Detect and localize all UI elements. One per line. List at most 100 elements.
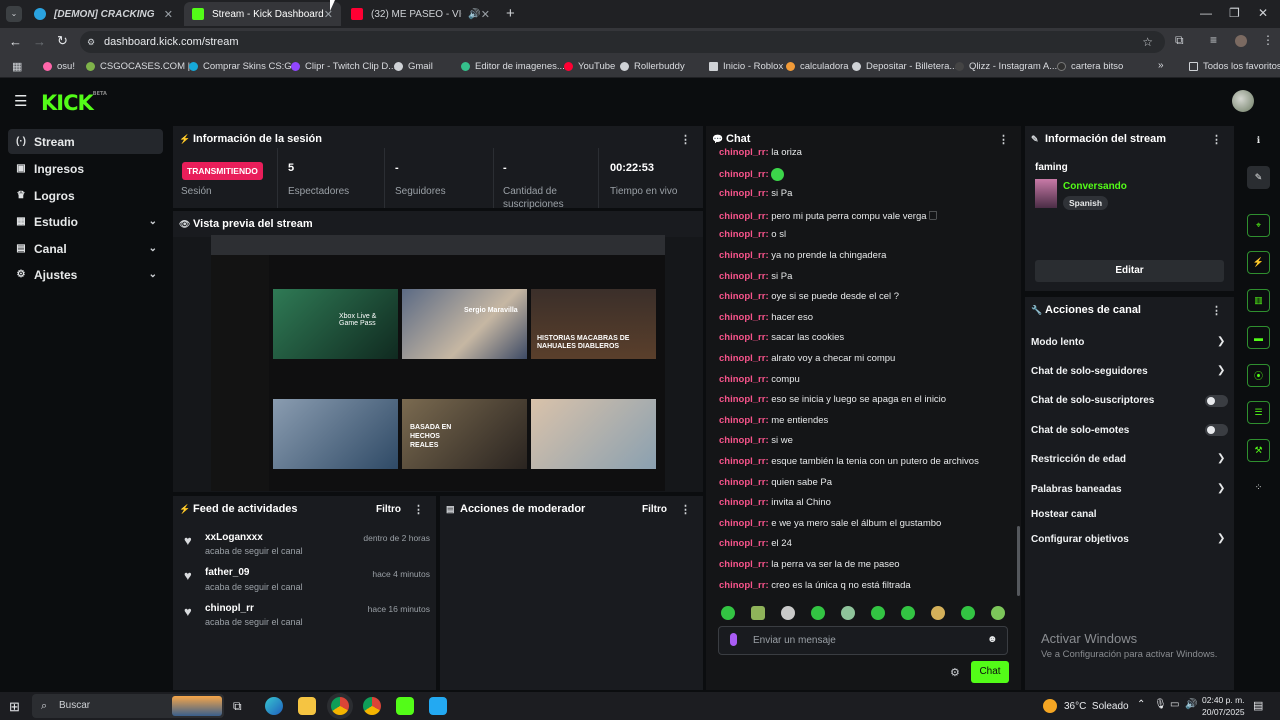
- wrench-icon[interactable]: ⚒: [1247, 439, 1270, 462]
- emote-icon[interactable]: [931, 606, 945, 620]
- new-tab-button[interactable]: +: [506, 5, 515, 22]
- chevron-right-icon[interactable]: ❯: [1217, 336, 1225, 347]
- extensions-icon[interactable]: ⧉: [1175, 33, 1184, 48]
- chat-menu-icon[interactable]: ⋮: [998, 133, 1009, 146]
- media-control-icon[interactable]: ≡: [1210, 33, 1217, 47]
- chat-username[interactable]: chinopl_rr:: [719, 188, 769, 199]
- emote-icon[interactable]: [901, 606, 915, 620]
- clock-time[interactable]: 02:40 p. m.: [1202, 695, 1245, 705]
- reload-icon[interactable]: ↻: [57, 33, 68, 49]
- chat-username[interactable]: chinopl_rr:: [719, 147, 769, 158]
- edit-stream-button[interactable]: Editar: [1035, 260, 1224, 282]
- chat-username[interactable]: chinopl_rr:: [719, 291, 769, 302]
- chat-username[interactable]: chinopl_rr:: [719, 456, 769, 467]
- network-icon[interactable]: ▭: [1170, 699, 1179, 710]
- moderator-filter-button[interactable]: Filtro: [642, 504, 667, 515]
- feed-filter-button[interactable]: Filtro: [376, 504, 401, 515]
- bookmark-gmail[interactable]: Gmail: [394, 61, 433, 72]
- apps-grid-icon[interactable]: ▦: [12, 60, 22, 73]
- chat-username[interactable]: chinopl_rr:: [719, 271, 769, 282]
- pencil-icon[interactable]: ✎: [1247, 166, 1270, 189]
- bookmark-all-favorites[interactable]: Todos los favoritos: [1189, 61, 1280, 72]
- chat-icon[interactable]: ▬: [1247, 326, 1270, 349]
- clock-date[interactable]: 20/07/2025: [1202, 707, 1245, 717]
- windows-start-icon[interactable]: ⊞: [9, 699, 20, 715]
- bookmark-cartera-bitso[interactable]: cartera bitso: [1057, 61, 1123, 72]
- chat-input[interactable]: Enviar un mensaje ☻: [718, 626, 1008, 655]
- action-host-channel[interactable]: Hostear canal: [1031, 509, 1097, 520]
- nav-stream[interactable]: (·) Stream: [8, 129, 163, 154]
- subscribers-only-toggle[interactable]: [1205, 395, 1228, 407]
- chat-username[interactable]: chinopl_rr:: [719, 497, 769, 508]
- action-emotes-only[interactable]: Chat de solo-emotes: [1031, 425, 1129, 436]
- emote-icon[interactable]: [991, 606, 1005, 620]
- emoji-picker-icon[interactable]: ☻: [987, 634, 998, 645]
- site-info-icon[interactable]: ⚙: [87, 31, 95, 53]
- nav-logros[interactable]: ♛ Logros: [8, 183, 163, 208]
- profile-avatar-icon[interactable]: [1235, 35, 1247, 47]
- bookmark-depositar[interactable]: Depositar - Billetera...: [852, 61, 957, 72]
- emote-icon[interactable]: [751, 606, 765, 620]
- moderator-menu-icon[interactable]: ⋮: [680, 503, 691, 516]
- emote-icon[interactable]: [781, 606, 795, 620]
- chat-username[interactable]: chinopl_rr:: [719, 477, 769, 488]
- close-window-icon[interactable]: ✕: [1258, 6, 1268, 20]
- broadcast-icon[interactable]: ⦿: [1247, 364, 1270, 387]
- audio-playing-icon[interactable]: 🔊: [468, 9, 480, 20]
- emote-icon[interactable]: [841, 606, 855, 620]
- bookmark-star-icon[interactable]: ☆: [1142, 31, 1153, 53]
- chat-username[interactable]: chinopl_rr:: [719, 332, 769, 343]
- chat-username[interactable]: chinopl_rr:: [719, 394, 769, 405]
- clipboard-icon[interactable]: ▥: [1247, 289, 1270, 312]
- bolt-icon[interactable]: ⚡: [1247, 251, 1270, 274]
- chat-username[interactable]: chinopl_rr:: [719, 169, 769, 180]
- emote-icon[interactable]: [871, 606, 885, 620]
- browser-menu-icon[interactable]: ⋮: [1262, 33, 1274, 47]
- maximize-icon[interactable]: ❐: [1229, 6, 1240, 20]
- notifications-icon[interactable]: ▤: [1253, 699, 1263, 712]
- action-subscribers-only[interactable]: Chat de solo-suscriptores: [1031, 395, 1154, 406]
- chat-username[interactable]: chinopl_rr:: [719, 435, 769, 446]
- tab-demon-cracking[interactable]: [DEMON] CRACKING ✕: [26, 2, 181, 26]
- stream-category[interactable]: Conversando: [1063, 181, 1127, 192]
- chat-send-button[interactable]: Chat: [971, 661, 1009, 683]
- emote-icon[interactable]: [961, 606, 975, 620]
- chat-username[interactable]: chinopl_rr:: [719, 580, 769, 591]
- bookmark-youtube[interactable]: YouTube: [564, 61, 615, 72]
- tab-search-icon[interactable]: ⌄: [6, 6, 22, 22]
- microphone-icon[interactable]: 🎙: [1154, 699, 1167, 710]
- emotes-only-toggle[interactable]: [1205, 424, 1228, 436]
- taskbar-search[interactable]: ⌕ Buscar: [32, 694, 224, 718]
- hamburger-menu-icon[interactable]: ☰: [14, 92, 27, 110]
- close-tab-icon[interactable]: ✕: [481, 8, 490, 21]
- file-explorer-icon[interactable]: [298, 697, 316, 715]
- user-avatar[interactable]: [1232, 90, 1254, 112]
- chevron-right-icon[interactable]: ❯: [1217, 483, 1225, 494]
- emote-icon[interactable]: [721, 606, 735, 620]
- bookmark-osu[interactable]: osu!: [43, 61, 75, 72]
- microphone-icon[interactable]: [730, 633, 737, 646]
- volume-icon[interactable]: 🔊: [1185, 699, 1197, 710]
- capture-icon[interactable]: ⌖: [1247, 214, 1270, 237]
- nav-ajustes[interactable]: ⚙ Ajustes ⌄: [8, 262, 163, 287]
- task-view-icon[interactable]: ⧉: [233, 699, 242, 714]
- nav-estudio[interactable]: ▦ Estudio ⌄: [8, 209, 163, 234]
- action-slow-mode[interactable]: Modo lento: [1031, 337, 1084, 348]
- minimize-icon[interactable]: —: [1200, 6, 1212, 20]
- chat-username[interactable]: chinopl_rr:: [719, 250, 769, 261]
- session-menu-icon[interactable]: ⋮: [680, 133, 691, 146]
- chat-username[interactable]: chinopl_rr:: [719, 415, 769, 426]
- chevron-right-icon[interactable]: ❯: [1217, 533, 1225, 544]
- chat-username[interactable]: chinopl_rr:: [719, 374, 769, 385]
- chat-scrollbar[interactable]: [1017, 526, 1020, 596]
- chat-settings-icon[interactable]: ⚙: [950, 666, 960, 679]
- channel-actions-menu-icon[interactable]: ⋮: [1211, 304, 1222, 317]
- chat-username[interactable]: chinopl_rr:: [719, 353, 769, 364]
- action-age-restriction[interactable]: Restricción de edad: [1031, 454, 1126, 465]
- emote-icon[interactable]: [811, 606, 825, 620]
- chrome-icon[interactable]: [331, 697, 349, 715]
- bookmarks-overflow-icon[interactable]: »: [1158, 60, 1164, 71]
- chevron-right-icon[interactable]: ❯: [1217, 365, 1225, 376]
- list-icon[interactable]: ☰: [1247, 401, 1270, 424]
- info-icon[interactable]: ℹ: [1247, 129, 1270, 152]
